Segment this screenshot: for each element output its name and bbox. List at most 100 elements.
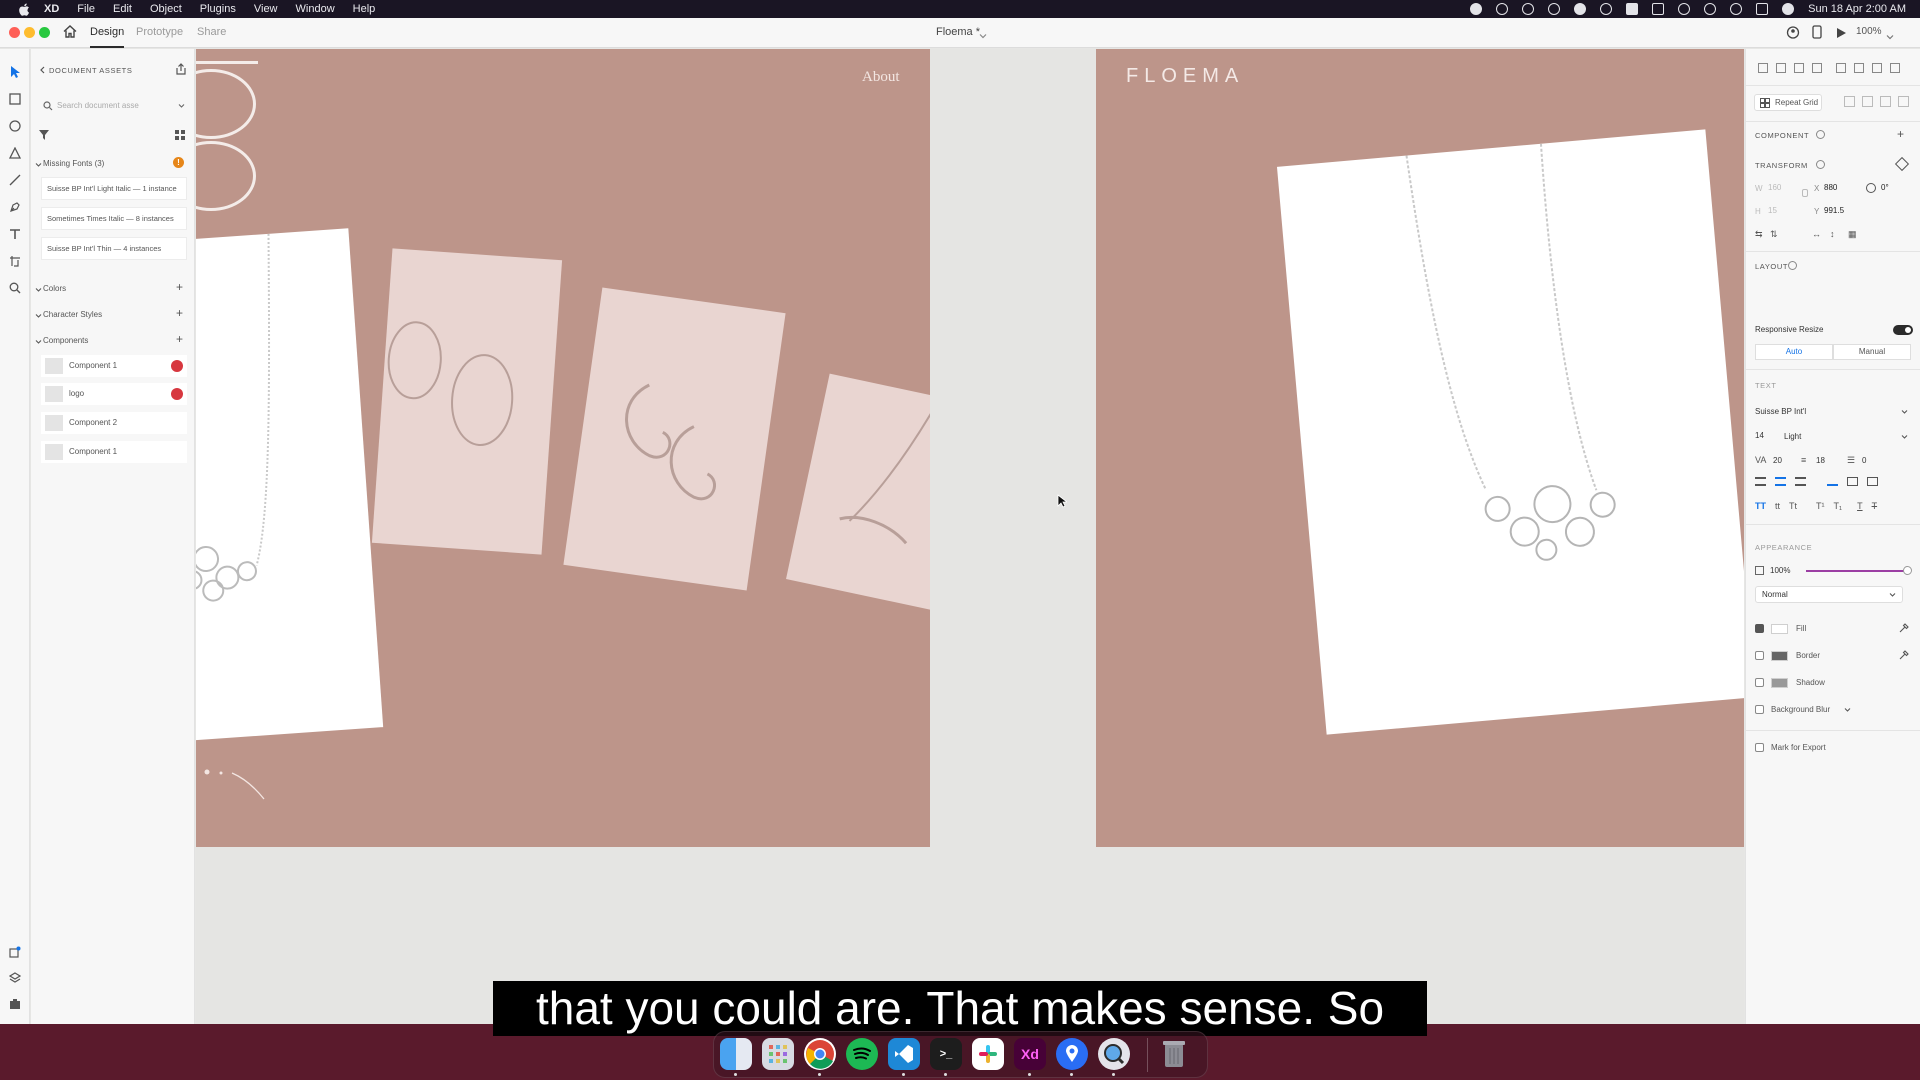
missing-fonts-chevron-icon[interactable]	[35, 161, 42, 170]
eyedropper-icon[interactable]	[1899, 650, 1909, 662]
character-styles-header[interactable]: Character Styles	[43, 310, 102, 319]
user-share-icon[interactable]	[1786, 26, 1800, 44]
document-title[interactable]: Floema *	[936, 26, 980, 38]
flag-icon[interactable]	[1652, 3, 1665, 15]
fixed-height-icon[interactable]: ↕	[1830, 229, 1835, 239]
select-tool-icon[interactable]	[8, 65, 22, 79]
polygon-tool-icon[interactable]	[8, 146, 22, 160]
ellipse-tool-icon[interactable]	[8, 119, 22, 133]
rotate-icon[interactable]	[1866, 183, 1876, 193]
fill-checkbox[interactable]	[1755, 624, 1764, 633]
paragraph-spacing-field[interactable]: 0	[1862, 456, 1866, 465]
record-status-icon[interactable]	[1470, 3, 1483, 15]
menu-plugins[interactable]: Plugins	[200, 3, 236, 15]
height-field[interactable]: 15	[1768, 206, 1777, 215]
vscode-icon[interactable]	[888, 1038, 920, 1070]
search-chevron-icon[interactable]	[178, 102, 185, 111]
align-left-icon[interactable]	[1836, 63, 1846, 73]
tab-design[interactable]: Design	[90, 26, 124, 38]
rotation-field[interactable]: 0°	[1881, 183, 1889, 192]
menu-view[interactable]: View	[254, 3, 278, 15]
titlecase-icon[interactable]: Tt	[1789, 501, 1797, 511]
missing-font-item[interactable]: Suisse BP Int'l Thin — 4 instances	[41, 237, 187, 260]
missing-font-item[interactable]: Sometimes Times Italic — 8 instances	[41, 207, 187, 230]
terminal-icon[interactable]: >_	[930, 1038, 962, 1070]
underline-icon[interactable]: T	[1857, 501, 1863, 511]
back-chevron-icon[interactable]	[39, 66, 45, 76]
battery-icon[interactable]	[1626, 3, 1639, 15]
vpn-icon[interactable]	[1548, 3, 1561, 15]
font-weight-select[interactable]: Light	[1784, 432, 1801, 441]
finder-icon[interactable]	[720, 1038, 752, 1070]
tab-prototype[interactable]: Prototype	[136, 26, 183, 38]
component-item[interactable]: Component 1	[41, 441, 187, 463]
artboard-product[interactable]: FLOEMA	[1096, 49, 1744, 847]
chrome-icon[interactable]	[804, 1038, 836, 1070]
product-card-necklace[interactable]	[196, 228, 384, 742]
border-checkbox[interactable]	[1755, 651, 1764, 660]
play-preview-icon[interactable]	[1836, 26, 1847, 44]
fixed-size-icon[interactable]	[1867, 477, 1878, 486]
play-status-icon[interactable]	[1600, 3, 1613, 15]
creative-cloud-icon[interactable]	[1496, 3, 1509, 15]
product-card-swirl[interactable]	[563, 287, 786, 591]
spotlight-search-icon[interactable]	[1730, 3, 1743, 15]
adobe-xd-icon[interactable]: Xd	[1014, 1038, 1046, 1070]
flip-horizontal-icon[interactable]: ⇆	[1755, 229, 1763, 240]
width-field[interactable]: 160	[1768, 183, 1781, 192]
cloud-icon[interactable]	[1522, 3, 1535, 15]
add-component-plus-icon[interactable]: +	[1897, 128, 1904, 140]
mobile-preview-icon[interactable]	[1812, 25, 1822, 44]
auto-width-icon[interactable]	[1827, 477, 1838, 486]
floema-logo[interactable]: FLOEMA	[1126, 65, 1244, 88]
zoom-window-button[interactable]	[39, 27, 50, 38]
apple-menu-icon[interactable]	[16, 2, 32, 16]
colors-header[interactable]: Colors	[43, 284, 66, 293]
repeat-grid-button[interactable]: Repeat Grid	[1754, 94, 1822, 111]
menu-object[interactable]: Object	[150, 3, 182, 15]
bluetooth-icon[interactable]	[1678, 3, 1691, 15]
layout-manual-button[interactable]: Manual	[1833, 344, 1911, 360]
grid-view-icon[interactable]	[175, 130, 185, 142]
control-center-icon[interactable]	[1756, 3, 1769, 15]
eyedropper-icon[interactable]	[1899, 623, 1909, 635]
align-top-icon[interactable]	[1758, 63, 1768, 73]
maps-pin-icon[interactable]	[1056, 1038, 1088, 1070]
font-family-chevron-icon[interactable]	[1901, 408, 1908, 417]
artboard-home[interactable]: About	[196, 49, 930, 847]
components-chevron-icon[interactable]	[35, 338, 42, 347]
border-swatch[interactable]	[1771, 651, 1788, 661]
text-align-center-icon[interactable]	[1775, 477, 1786, 486]
siri-icon[interactable]	[1782, 3, 1795, 15]
add-component-icon[interactable]: +	[176, 333, 183, 345]
menu-app-name[interactable]: XD	[44, 3, 59, 15]
layers-panel-icon[interactable]	[8, 971, 22, 985]
link-broken-icon[interactable]	[171, 360, 183, 372]
add-character-style-icon[interactable]: +	[176, 307, 183, 319]
menu-window[interactable]: Window	[296, 3, 335, 15]
info-icon[interactable]	[1816, 130, 1825, 139]
mark-for-export-checkbox[interactable]	[1755, 743, 1764, 752]
assets-panel-icon[interactable]	[8, 945, 22, 959]
missing-fonts-header[interactable]: Missing Fonts (3)	[43, 159, 104, 168]
plugins-panel-icon[interactable]	[8, 997, 22, 1011]
menubar-clock[interactable]: Sun 18 Apr 2:00 AM	[1808, 3, 1906, 15]
x-field[interactable]: 880	[1824, 183, 1837, 192]
flip-vertical-icon[interactable]: ⇅	[1770, 229, 1778, 240]
align-center-icon[interactable]	[1854, 63, 1864, 73]
auto-height-icon[interactable]	[1847, 477, 1858, 486]
slack-icon[interactable]	[972, 1038, 1004, 1070]
text-tool-icon[interactable]	[8, 227, 22, 241]
about-link[interactable]: About	[862, 69, 900, 86]
line-tool-icon[interactable]	[8, 173, 22, 187]
3d-transform-icon[interactable]	[1894, 156, 1910, 172]
shadow-swatch[interactable]	[1771, 678, 1788, 688]
artboard-tool-icon[interactable]	[8, 254, 22, 268]
text-align-right-icon[interactable]	[1795, 477, 1806, 486]
menu-help[interactable]: Help	[353, 3, 376, 15]
boolean-exclude-icon[interactable]	[1898, 96, 1909, 107]
blend-mode-select[interactable]: Normal	[1755, 586, 1903, 603]
align-middle-icon[interactable]	[1776, 63, 1786, 73]
background-blur-chevron-icon[interactable]	[1844, 706, 1851, 715]
minimize-window-button[interactable]	[24, 27, 35, 38]
